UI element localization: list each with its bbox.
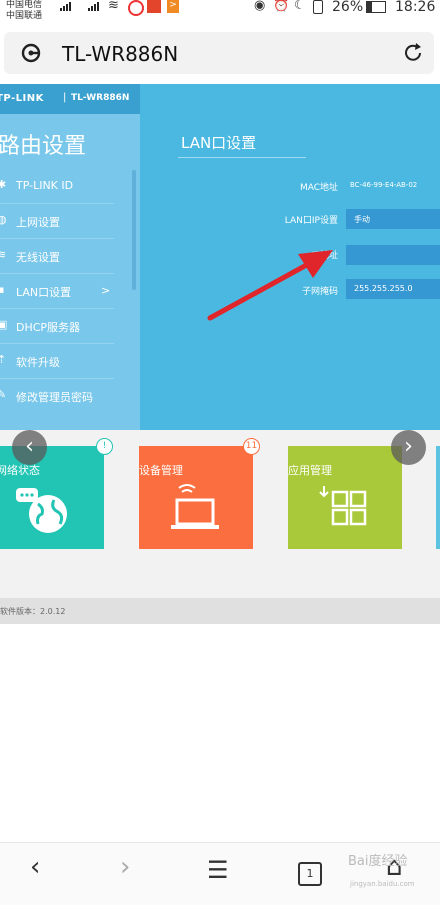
sidebar-item-label: 软件升级 bbox=[16, 356, 60, 369]
lan-ip-mode-label: LAN口IP设置 bbox=[284, 216, 338, 226]
sidebar-item-internet[interactable]: ◍ 上网设置 bbox=[0, 204, 114, 239]
id-icon: ✱ bbox=[0, 178, 7, 191]
upgrade-icon: ⇡ bbox=[0, 353, 7, 366]
sidebar-item-password[interactable]: ✎ 修改管理员密码 bbox=[0, 379, 114, 413]
sidebar-item-label: 修改管理员密码 bbox=[16, 391, 93, 404]
card-label: 应用管理 bbox=[288, 464, 332, 477]
signal-icon bbox=[60, 2, 71, 11]
sidebar-item-upgrade[interactable]: ⇡ 软件升级 bbox=[0, 344, 114, 379]
firmware-version: 软件版本：2.0.12 bbox=[0, 607, 66, 616]
url-text[interactable]: TL-WR886N bbox=[62, 42, 178, 66]
sidebar-item-label: 无线设置 bbox=[16, 251, 60, 264]
sidebar-item-tplink-id[interactable]: ✱ TP-LINK ID bbox=[0, 169, 114, 204]
watermark-url: jingyan.baidu.com bbox=[350, 880, 415, 888]
app-notify-icon bbox=[128, 0, 144, 16]
alarm-icon: ⏰ bbox=[273, 0, 290, 13]
menu-button[interactable]: ☰ bbox=[207, 856, 229, 884]
lan-ip-mode-select[interactable]: 手动 bbox=[346, 209, 440, 229]
brand-header: TP-LINK | TL-WR886N bbox=[0, 84, 140, 114]
brand-model: TL-WR886N bbox=[71, 93, 130, 103]
globe-chat-icon bbox=[16, 488, 67, 533]
globe-icon: ◍ bbox=[0, 213, 7, 226]
mac-label: MAC地址 bbox=[299, 183, 338, 193]
carrier-label-2: 中国联通 bbox=[6, 11, 43, 21]
notification-badge: ! bbox=[96, 438, 113, 455]
chevron-right-icon: > bbox=[101, 284, 111, 297]
card-network-status[interactable]: 网络状态 bbox=[0, 446, 104, 549]
footer-bar bbox=[0, 598, 440, 624]
title-divider bbox=[178, 157, 306, 158]
carousel-prev-button[interactable]: ‹ bbox=[12, 430, 47, 465]
sidebar-item-wireless[interactable]: ≋ 无线设置 bbox=[0, 239, 114, 274]
vibrate-icon bbox=[313, 0, 323, 14]
eye-icon: ◉ bbox=[254, 0, 266, 13]
refresh-icon[interactable] bbox=[402, 42, 424, 64]
back-button[interactable]: ‹ bbox=[30, 852, 40, 882]
dhcp-icon: ▣ bbox=[0, 318, 8, 331]
forward-button[interactable]: › bbox=[120, 852, 130, 882]
battery-icon bbox=[366, 1, 386, 13]
brand-logo: TP-LINK bbox=[0, 93, 44, 104]
wifi-icon: ≋ bbox=[0, 248, 7, 261]
clock: 18:26 bbox=[395, 0, 436, 15]
app-notify-icon bbox=[147, 0, 161, 13]
battery-percent: 26% bbox=[332, 0, 364, 15]
pencil-icon: ✎ bbox=[0, 388, 7, 401]
notification-badge: 11 bbox=[243, 438, 260, 455]
app-notify-icon: > bbox=[167, 0, 179, 13]
laptop-icon bbox=[171, 484, 219, 529]
sidebar-item-label: LAN口设置 bbox=[16, 286, 72, 299]
annotation-arrow-icon bbox=[207, 250, 333, 321]
card-partial[interactable] bbox=[436, 446, 440, 549]
status-bar: 中国电信 中国联通 ≋ > ◉ ⏰ ☾ 26% 18:26 bbox=[0, 0, 440, 21]
sidebar-item-label: 上网设置 bbox=[16, 216, 60, 229]
sidebar-item-label: TP-LINK ID bbox=[16, 179, 74, 192]
sidebar-item-label: DHCP服务器 bbox=[16, 321, 81, 334]
page-heading: 路由设置 bbox=[0, 134, 87, 159]
address-bar[interactable]: TL-WR886N bbox=[4, 32, 434, 74]
ip-address-input[interactable] bbox=[346, 245, 440, 265]
card-label: 设备管理 bbox=[139, 464, 183, 477]
card-app-management[interactable]: 应用管理 bbox=[288, 446, 402, 549]
moon-icon: ☾ bbox=[294, 0, 306, 13]
sidebar-item-dhcp[interactable]: ▣ DHCP服务器 bbox=[0, 309, 114, 344]
tabs-button[interactable]: 1 bbox=[298, 862, 322, 886]
sidebar-scrollbar[interactable] bbox=[132, 170, 136, 290]
card-device-management[interactable]: 设备管理 bbox=[139, 446, 253, 549]
watermark: Bai度经验 bbox=[348, 854, 408, 869]
section-title: LAN口设置 bbox=[181, 134, 257, 152]
lan-icon: ▪ bbox=[0, 283, 5, 296]
wifi-icon: ≋ bbox=[108, 0, 119, 13]
signal-icon bbox=[88, 2, 99, 11]
browser-logo-icon bbox=[21, 43, 41, 63]
subnet-mask-input[interactable]: 255.255.255.0 bbox=[346, 279, 440, 299]
sidebar-item-lan[interactable]: ▪ LAN口设置 > bbox=[0, 274, 114, 309]
carousel-next-button[interactable]: › bbox=[391, 430, 426, 465]
mac-value: BC-46-99-E4-AB-02 bbox=[350, 181, 418, 189]
apps-icon bbox=[319, 486, 367, 526]
